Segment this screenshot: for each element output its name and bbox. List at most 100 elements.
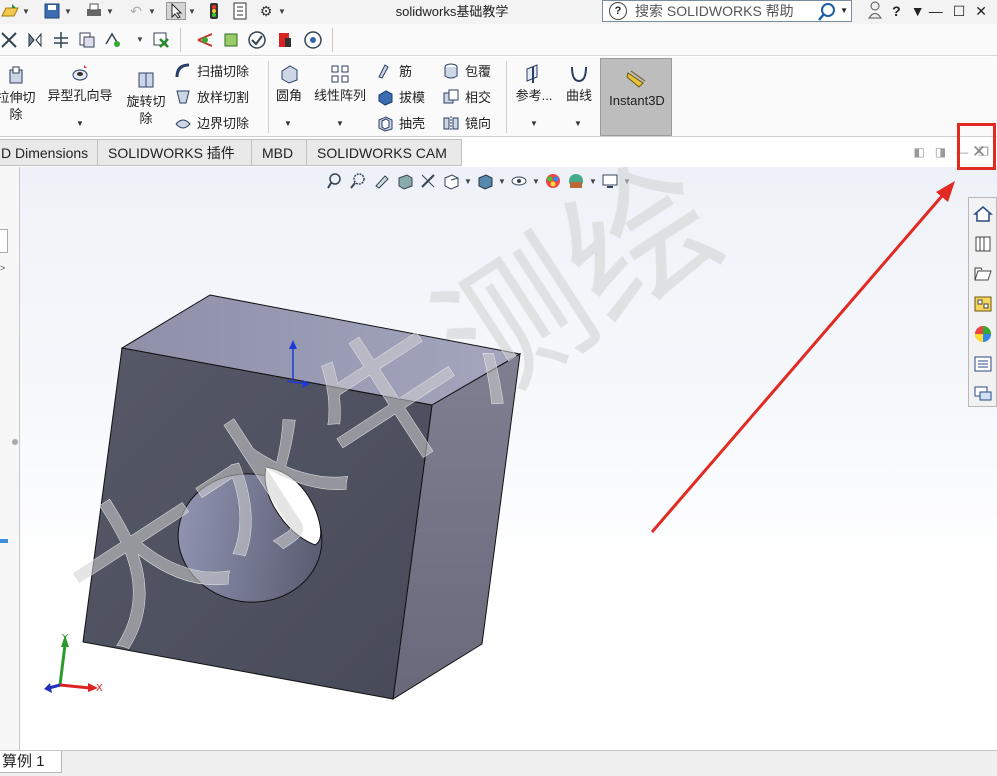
chevron-down-icon[interactable]: ▼ — [278, 7, 286, 16]
cross-tool-icon[interactable] — [0, 29, 20, 51]
minimize-icon[interactable]: — — [929, 3, 943, 19]
lofted-cut-button[interactable]: 放样切割 — [174, 87, 249, 106]
command-manager-tabs: D Dimensions SOLIDWORKS 插件 MBD SOLIDWORK… — [0, 139, 997, 167]
close-icon[interactable]: ✕ — [975, 3, 987, 20]
ribbon-separator — [268, 61, 269, 133]
tab-mbd[interactable]: MBD — [251, 139, 307, 166]
intersect-label: 相交 — [465, 90, 492, 105]
home-icon[interactable] — [973, 204, 993, 224]
split-icon[interactable] — [50, 29, 72, 51]
red-square-icon[interactable] — [274, 29, 296, 51]
rib-button[interactable]: 筋 — [376, 61, 412, 80]
revolve-cut-button[interactable]: 旋转切 除 — [124, 69, 168, 127]
chevron-down-icon[interactable]: ▼ — [911, 3, 925, 19]
toolbar-separator — [332, 28, 333, 52]
reference-geometry-button[interactable]: 参考... — [512, 63, 556, 105]
chevron-down-icon[interactable]: ▼ — [284, 119, 292, 128]
chevron-down-icon[interactable]: ▼ — [336, 119, 344, 128]
check-sketch-icon[interactable] — [246, 29, 268, 51]
intersect-icon — [443, 89, 459, 103]
tab-study[interactable]: 算例 1 — [0, 751, 62, 773]
draft-label: 拔模 — [399, 90, 426, 105]
fix-relation-icon[interactable] — [102, 29, 124, 51]
reference-geometry-icon — [526, 64, 538, 83]
draft-button[interactable]: 拔模 — [376, 87, 425, 106]
file-properties-icon[interactable] — [230, 2, 250, 20]
rebuild-traffic-light-icon[interactable] — [204, 2, 224, 20]
linear-pattern-button[interactable]: 线性阵列 — [308, 63, 372, 105]
tab-solidworks-cam[interactable]: SOLIDWORKS CAM — [306, 139, 462, 166]
chevron-down-icon[interactable]: ▼ — [76, 119, 84, 128]
chevron-down-icon[interactable]: ▼ — [188, 7, 196, 16]
user-icon[interactable] — [868, 1, 883, 22]
rib-icon — [378, 63, 389, 79]
fillet-icon — [281, 65, 298, 84]
graphics-area[interactable]: > ▼ ▼ ▼ ▼ ▼ 大水牛测绘 Y X — [0, 167, 997, 750]
secondary-toolbar: ▼ — [0, 24, 997, 56]
mirror-button[interactable]: 镜向 — [442, 113, 491, 132]
appearances-icon[interactable] — [973, 324, 993, 344]
tab-dimensions[interactable]: D Dimensions — [0, 139, 98, 166]
window-controls: ? ▼ — ☐ ✕ — [868, 0, 997, 22]
help-menu-icon[interactable]: ? — [892, 3, 901, 19]
instant2d-icon[interactable] — [194, 29, 216, 51]
copy-sketch-icon[interactable] — [76, 29, 98, 51]
forum-icon[interactable] — [973, 384, 993, 404]
features-ribbon: 拉伸切 除 异型孔向导 ▼ 旋转切 除 扫描切除 放样切割 边界切除 圆角 ▼ … — [0, 57, 997, 137]
intersect-button[interactable]: 相交 — [442, 87, 491, 106]
swept-cut-label: 扫描切除 — [197, 64, 250, 79]
chevron-down-icon[interactable]: ▼ — [840, 6, 848, 15]
chevron-down-icon[interactable]: ▼ — [64, 7, 72, 16]
extrude-cut-icon — [9, 66, 23, 84]
file-explorer-icon[interactable] — [973, 264, 993, 284]
revolve-cut-label: 旋转切 除 — [126, 94, 166, 126]
ribbon-separator — [506, 61, 507, 133]
repair-sketch-icon[interactable] — [150, 29, 172, 51]
hole-wizard-button[interactable]: 异型孔向导 — [42, 63, 118, 105]
model-scene: 大水牛测绘 Y X — [35, 167, 955, 700]
undo-icon[interactable]: ↶ — [126, 2, 146, 20]
help-search-box[interactable]: ? 搜索 SOLIDWORKS 帮助 ▼ — [602, 0, 852, 22]
shell-button[interactable]: 抽壳 — [376, 113, 425, 132]
maximize-icon[interactable]: ☐ — [953, 3, 966, 20]
boundary-cut-icon — [175, 119, 191, 128]
save-icon[interactable] — [42, 2, 62, 20]
print-icon[interactable] — [84, 2, 104, 20]
plugin-lifebuoy-icon[interactable] — [302, 29, 324, 51]
chevron-down-icon[interactable]: ▼ — [136, 35, 144, 44]
wrap-button[interactable]: 包覆 — [442, 61, 491, 80]
chevron-down-icon[interactable]: ▼ — [22, 7, 30, 16]
instant3d-button[interactable]: Instant3D — [600, 58, 672, 136]
swept-cut-icon — [175, 63, 190, 77]
wrap-icon — [444, 63, 458, 78]
chevron-down-icon[interactable]: ▼ — [106, 7, 114, 16]
curves-button[interactable]: 曲线 — [562, 63, 596, 105]
swept-cut-button[interactable]: 扫描切除 — [174, 61, 249, 80]
help-question-icon: ? — [609, 2, 627, 20]
fillet-label: 圆角 — [275, 88, 302, 103]
extrude-cut-button[interactable]: 拉伸切 除 — [0, 65, 36, 123]
open-file-icon[interactable] — [0, 2, 20, 20]
select-arrow-icon[interactable] — [166, 2, 186, 20]
mirror-entities-icon[interactable] — [24, 29, 46, 51]
chevron-down-icon[interactable]: ▼ — [148, 7, 156, 16]
fillet-button[interactable]: 圆角 — [272, 63, 306, 105]
tile-left-icon[interactable]: ◧ — [914, 145, 925, 159]
boundary-cut-label: 边界切除 — [197, 116, 250, 131]
custom-properties-icon[interactable] — [973, 354, 993, 374]
design-library-icon[interactable] — [973, 234, 993, 254]
boundary-cut-button[interactable]: 边界切除 — [174, 113, 249, 132]
search-input[interactable]: 搜索 SOLIDWORKS 帮助 — [635, 1, 794, 21]
linear-pattern-label: 线性阵列 — [313, 88, 366, 103]
mirror-icon — [443, 115, 459, 131]
title-bar: ▼ ▼ ▼ ↶ ▼ ▼ ⚙ ▼ solidworks基础教学 ? 搜索 SOLI… — [0, 0, 997, 24]
view-palette-icon[interactable] — [973, 294, 993, 314]
gear-icon[interactable]: ⚙ — [256, 2, 276, 20]
chevron-down-icon[interactable]: ▼ — [574, 119, 582, 128]
tab-solidworks-addins[interactable]: SOLIDWORKS 插件 — [97, 139, 252, 166]
shaded-sketch-icon[interactable] — [220, 29, 242, 51]
shell-label: 抽壳 — [399, 116, 426, 131]
tile-right-icon[interactable]: ◨ — [935, 145, 946, 159]
chevron-down-icon[interactable]: ▼ — [530, 119, 538, 128]
curves-icon — [571, 66, 587, 83]
